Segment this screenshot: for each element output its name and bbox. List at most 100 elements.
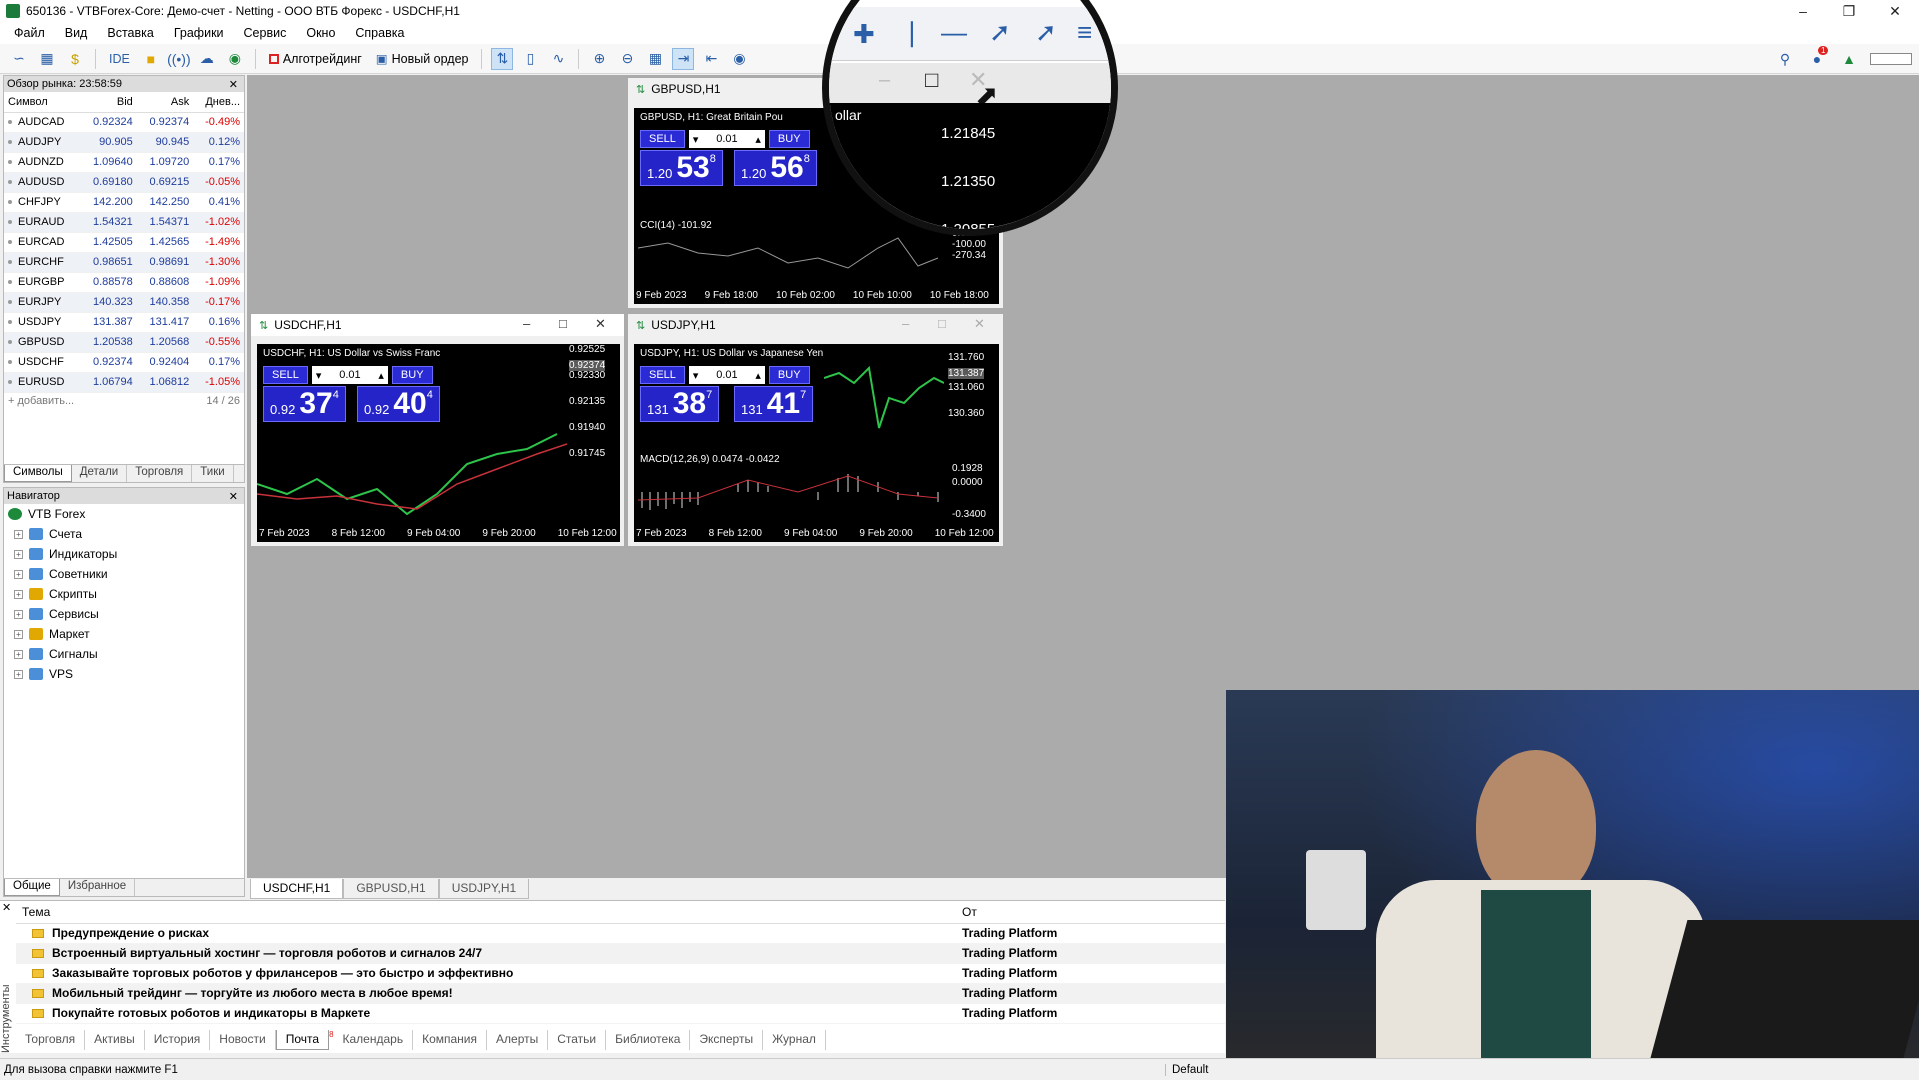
toolbox-tab-10[interactable]: Эксперты	[690, 1030, 764, 1050]
maximize-icon[interactable]: □	[559, 316, 567, 331]
minimize-button[interactable]: –	[1780, 0, 1826, 22]
buy-price[interactable]: 0.92 40 4	[357, 386, 440, 422]
add-symbol-link[interactable]: + добавить...	[8, 395, 74, 407]
expand-icon[interactable]: +	[14, 529, 23, 539]
ide-button[interactable]: IDE	[105, 48, 134, 70]
nav-item-5[interactable]: + Маркет	[4, 624, 244, 644]
menu-charts[interactable]: Графики	[164, 26, 234, 40]
nav-item-6[interactable]: + Сигналы	[4, 644, 244, 664]
expand-icon[interactable]: +	[14, 669, 23, 679]
close-icon[interactable]: ✕	[2, 901, 11, 914]
toolbox-tab-1[interactable]: Активы	[85, 1030, 145, 1050]
grid-icon[interactable]: ▦	[644, 48, 666, 70]
zoom-in-icon[interactable]: ⊕	[588, 48, 610, 70]
chart-shift-icon[interactable]: ⇤	[700, 48, 722, 70]
nav-item-4[interactable]: + Сервисы	[4, 604, 244, 624]
dollar-icon[interactable]: $	[64, 48, 86, 70]
chart-canvas[interactable]: USDJPY, H1: US Dollar vs Japanese Yen SE…	[634, 344, 999, 542]
toolbox-tab-2[interactable]: История	[145, 1030, 211, 1050]
market-watch-row[interactable]: EURCHF 0.98651 0.98691 -1.30%	[4, 252, 244, 273]
expand-icon[interactable]: +	[14, 629, 23, 639]
col-bid[interactable]: Bid	[80, 92, 137, 113]
minimize-icon[interactable]: –	[902, 316, 909, 331]
nav-item-2[interactable]: + Советники	[4, 564, 244, 584]
menu-help[interactable]: Справка	[345, 26, 414, 40]
toolbox-tab-3[interactable]: Новости	[210, 1030, 276, 1050]
zoom-out-icon[interactable]: ⊖	[616, 48, 638, 70]
mail-row[interactable]: Покупайте готовых роботов и индикаторы в…	[16, 1003, 1225, 1024]
toolbox-tab-7[interactable]: Алерты	[487, 1030, 549, 1050]
nav-item-0[interactable]: + Счета	[4, 524, 244, 544]
market-watch-row[interactable]: GBPUSD 1.20538 1.20568 -0.55%	[4, 332, 244, 353]
close-icon[interactable]: ✕	[229, 78, 238, 91]
chart-canvas[interactable]: USDCHF, H1: US Dollar vs Swiss Franc SEL…	[257, 344, 620, 542]
notifications-icon[interactable]: ● 1	[1806, 46, 1829, 70]
maximize-icon[interactable]: □	[938, 316, 946, 331]
mail-row[interactable]: Заказывайте торговых роботов у фрилансер…	[16, 963, 1225, 984]
expand-icon[interactable]: +	[14, 549, 23, 559]
close-icon[interactable]: ✕	[974, 316, 985, 332]
sell-price[interactable]: 0.92 37 4	[263, 386, 346, 422]
tab-favorites[interactable]: Избранное	[60, 879, 136, 896]
market-watch-row[interactable]: EURAUD 1.54321 1.54371 -1.02%	[4, 212, 244, 233]
mail-row[interactable]: Предупреждение о рисках Trading Platform	[16, 923, 1225, 944]
buy-button[interactable]: BUY	[768, 130, 810, 148]
menu-window[interactable]: Окно	[296, 26, 345, 40]
globe-icon[interactable]: ◉	[224, 48, 246, 70]
market-watch-row[interactable]: EURGBP 0.88578 0.88608 -1.09%	[4, 272, 244, 293]
expand-icon[interactable]: +	[14, 649, 23, 659]
toolbox-tab-6[interactable]: Компания	[413, 1030, 488, 1050]
bag-icon[interactable]: ■	[140, 48, 162, 70]
nav-item-7[interactable]: + VPS	[4, 664, 244, 684]
sell-price[interactable]: 1.20 53 8	[640, 150, 723, 186]
lot-input[interactable]: ▾ 0.01 ▴	[688, 366, 765, 384]
toolbox-tab-11[interactable]: Журнал	[763, 1030, 826, 1050]
market-watch-row[interactable]: AUDNZD 1.09640 1.09720 0.17%	[4, 152, 244, 173]
profiles-icon[interactable]: ▦	[36, 48, 58, 70]
buy-price[interactable]: 1.20 56 8	[734, 150, 817, 186]
maximize-button[interactable]: ❐	[1826, 0, 1872, 22]
candles-chart-icon[interactable]: ▯	[519, 48, 541, 70]
sell-button[interactable]: SELL	[263, 366, 308, 384]
expand-icon[interactable]: +	[14, 569, 23, 579]
lot-input[interactable]: ▾ 0.01 ▴	[688, 130, 765, 148]
col-from[interactable]: От	[956, 901, 1225, 924]
tab-gbpusd[interactable]: GBPUSD,H1	[343, 879, 439, 899]
minimize-icon[interactable]: –	[523, 316, 530, 331]
col-symbol[interactable]: Символ	[4, 92, 81, 113]
sell-price[interactable]: 131 38 7	[640, 386, 720, 422]
toolbox-tab-4[interactable]: Почта	[275, 1030, 330, 1050]
line-chart-icon[interactable]: ∿	[547, 48, 569, 70]
new-chart-icon[interactable]: ∽	[8, 48, 30, 70]
bars-chart-icon[interactable]: ⇅	[491, 47, 514, 70]
tab-ticks[interactable]: Тики	[192, 465, 234, 482]
toolbox-tab-8[interactable]: Статьи	[548, 1030, 607, 1050]
tab-trading[interactable]: Торговля	[127, 465, 193, 482]
menu-view[interactable]: Вид	[55, 26, 98, 40]
lot-input[interactable]: ▾ 0.01 ▴	[311, 366, 388, 384]
expand-icon[interactable]: +	[14, 589, 23, 599]
close-icon[interactable]: ✕	[229, 490, 238, 503]
buy-price[interactable]: 131 41 7	[734, 386, 814, 422]
mail-row[interactable]: Мобильный трейдинг — торгуйте из любого …	[16, 983, 1225, 1004]
toolbox-tab-0[interactable]: Торговля	[16, 1030, 86, 1050]
buy-button[interactable]: BUY	[391, 366, 433, 384]
menu-file[interactable]: Файл	[4, 26, 55, 40]
screenshot-icon[interactable]: ◉	[728, 48, 750, 70]
tab-details[interactable]: Детали	[72, 465, 128, 482]
col-subject[interactable]: Тема	[16, 901, 956, 924]
market-watch-row[interactable]: EURUSD 1.06794 1.06812 -1.05%	[4, 372, 244, 393]
signal-icon[interactable]: ((•))	[167, 48, 191, 70]
tab-symbols[interactable]: Символы	[4, 465, 72, 482]
market-watch-row[interactable]: AUDUSD 0.69180 0.69215 -0.05%	[4, 172, 244, 193]
search-icon[interactable]: ⚲	[1774, 48, 1796, 70]
tab-usdjpy[interactable]: USDJPY,H1	[438, 879, 530, 899]
toolbox-tab-9[interactable]: Библиотека	[606, 1030, 691, 1050]
nav-item-1[interactable]: + Индикаторы	[4, 544, 244, 564]
sell-button[interactable]: SELL	[640, 130, 685, 148]
expand-icon[interactable]: +	[14, 609, 23, 619]
market-watch-row[interactable]: USDCHF 0.92374 0.92404 0.17%	[4, 352, 244, 373]
cloud-icon[interactable]: ☁	[196, 48, 218, 70]
market-watch-row[interactable]: AUDJPY 90.905 90.945 0.12%	[4, 132, 244, 153]
algotrading-button[interactable]: Алготрейдинг	[265, 48, 366, 70]
